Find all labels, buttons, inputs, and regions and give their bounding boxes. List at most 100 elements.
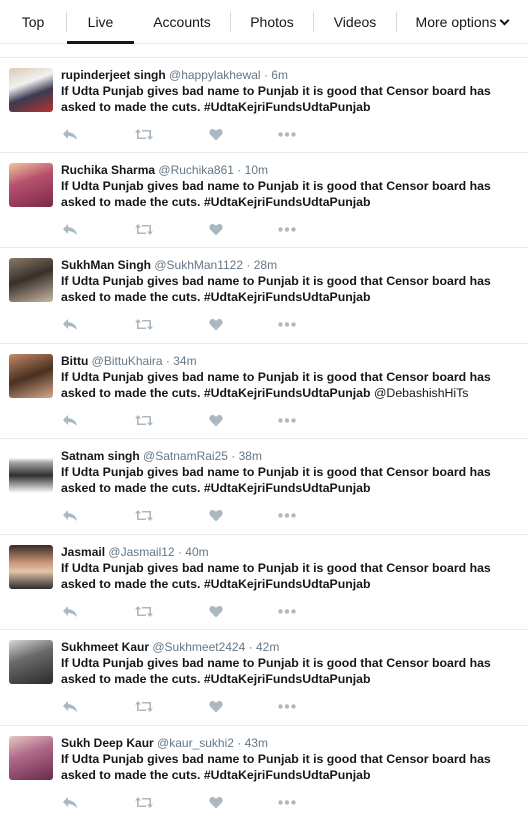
- tweet-text: If Udta Punjab gives bad name to Punjab …: [61, 560, 521, 592]
- more-icon[interactable]: [278, 417, 298, 432]
- avatar[interactable]: [9, 449, 53, 493]
- heart-icon[interactable]: [209, 223, 229, 237]
- heart-icon[interactable]: [209, 509, 229, 523]
- retweet-icon[interactable]: [134, 318, 154, 332]
- avatar[interactable]: [9, 68, 53, 112]
- username[interactable]: @happylakhewal: [169, 68, 261, 82]
- separator-dot: ·: [246, 258, 251, 272]
- display-name[interactable]: Satnam singh: [61, 449, 140, 463]
- heart-icon[interactable]: [209, 700, 229, 714]
- more-icon[interactable]: [278, 608, 298, 623]
- username[interactable]: @kaur_sukhi2: [157, 736, 234, 750]
- avatar[interactable]: [9, 353, 53, 398]
- timestamp[interactable]: 28m: [254, 258, 277, 272]
- separator-dot: ·: [177, 544, 182, 559]
- tab-live[interactable]: Live: [67, 0, 134, 44]
- tab-divider: [313, 12, 314, 32]
- heart-icon[interactable]: [209, 318, 229, 332]
- tweet-header: Sukhmeet Kaur @Sukhmeet2424 · 42m: [61, 640, 279, 654]
- tweet[interactable]: Sukh Deep Kaur @kaur_sukhi2 · 43m If Udt…: [0, 726, 528, 820]
- username[interactable]: @Sukhmeet2424: [152, 640, 245, 654]
- more-icon[interactable]: [278, 226, 298, 241]
- tab-videos[interactable]: Videos: [330, 0, 380, 44]
- display-name[interactable]: Bittu: [61, 354, 88, 368]
- timestamp[interactable]: 10m: [245, 163, 268, 177]
- tweet-text: If Udta Punjab gives bad name to Punjab …: [61, 273, 521, 305]
- username[interactable]: @Ruchika861: [158, 163, 234, 177]
- separator-dot: ·: [237, 735, 242, 750]
- tweet-body: If Udta Punjab gives bad name to Punjab …: [61, 465, 491, 495]
- reply-icon[interactable]: [62, 223, 82, 237]
- tweet-body: If Udta Punjab gives bad name to Punjab …: [61, 560, 491, 591]
- tweet-header: rupinderjeet singh @happylakhewal · 6m: [61, 68, 288, 82]
- tweet[interactable]: SukhMan Singh @SukhMan1122 · 28m If Udta…: [0, 248, 528, 344]
- reply-icon[interactable]: [62, 605, 82, 619]
- separator-dot: ·: [231, 449, 236, 463]
- tweet-body: If Udta Punjab gives bad name to Punjab …: [61, 751, 491, 782]
- username[interactable]: @BittuKhaira: [92, 354, 163, 368]
- display-name[interactable]: Ruchika Sharma: [61, 163, 155, 177]
- tweet-body: If Udta Punjab gives bad name to Punjab …: [61, 274, 491, 304]
- retweet-icon[interactable]: [134, 509, 154, 523]
- username[interactable]: @Jasmail12: [108, 545, 174, 559]
- retweet-icon[interactable]: [134, 128, 154, 142]
- timestamp[interactable]: 34m: [173, 354, 196, 368]
- reply-icon[interactable]: [62, 128, 82, 142]
- reply-icon[interactable]: [62, 796, 82, 810]
- display-name[interactable]: SukhMan Singh: [61, 258, 151, 272]
- username[interactable]: @SukhMan1122: [154, 258, 243, 272]
- reply-icon[interactable]: [62, 318, 82, 332]
- tab-divider: [230, 12, 231, 32]
- display-name[interactable]: Jasmail: [61, 545, 105, 559]
- retweet-icon[interactable]: [134, 796, 154, 810]
- tweet[interactable]: Bittu @BittuKhaira · 34m If Udta Punjab …: [0, 344, 528, 439]
- tab-photos[interactable]: Photos: [246, 0, 298, 44]
- more-icon[interactable]: [278, 513, 298, 527]
- avatar[interactable]: [9, 258, 53, 302]
- tab-accounts[interactable]: Accounts: [146, 0, 218, 44]
- heart-icon[interactable]: [209, 128, 229, 142]
- timestamp[interactable]: 38m: [239, 449, 262, 463]
- chevron-down-icon: [500, 15, 510, 26]
- display-name[interactable]: Sukhmeet Kaur: [61, 640, 149, 654]
- avatar[interactable]: [9, 544, 53, 589]
- tweet[interactable]: Satnam singh @SatnamRai25 · 38m If Udta …: [0, 439, 528, 535]
- tweet[interactable]: rupinderjeet singh @happylakhewal · 6m I…: [0, 57, 528, 153]
- retweet-icon[interactable]: [134, 223, 154, 237]
- timestamp[interactable]: 6m: [271, 68, 288, 82]
- tab-more-options[interactable]: More options: [414, 0, 510, 44]
- more-icon[interactable]: [278, 322, 298, 336]
- tweet[interactable]: Ruchika Sharma @Ruchika861 · 10m If Udta…: [0, 153, 528, 248]
- more-icon[interactable]: [278, 799, 298, 814]
- reply-icon[interactable]: [62, 509, 82, 523]
- heart-icon[interactable]: [209, 605, 229, 619]
- mention-link[interactable]: @DebashishHiTs: [374, 386, 469, 400]
- tweet-body: If Udta Punjab gives bad name to Punjab …: [61, 178, 491, 209]
- retweet-icon[interactable]: [134, 605, 154, 619]
- display-name[interactable]: rupinderjeet singh: [61, 68, 166, 82]
- retweet-icon[interactable]: [134, 414, 154, 428]
- timestamp[interactable]: 43m: [245, 736, 268, 750]
- tab-more-options-label: More options: [415, 14, 497, 30]
- heart-icon[interactable]: [209, 796, 229, 810]
- tab-divider: [396, 12, 397, 32]
- avatar[interactable]: [9, 735, 53, 780]
- display-name[interactable]: Sukh Deep Kaur: [61, 736, 154, 750]
- tweet-header: SukhMan Singh @SukhMan1122 · 28m: [61, 258, 277, 272]
- more-icon[interactable]: [278, 132, 298, 146]
- tweet[interactable]: Sukhmeet Kaur @Sukhmeet2424 · 42m If Udt…: [0, 630, 528, 726]
- more-icon[interactable]: [278, 704, 298, 718]
- reply-icon[interactable]: [62, 414, 82, 428]
- retweet-icon[interactable]: [134, 700, 154, 714]
- tab-top[interactable]: Top: [12, 0, 54, 44]
- heart-icon[interactable]: [209, 414, 229, 428]
- tweet-header: Ruchika Sharma @Ruchika861 · 10m: [61, 163, 268, 177]
- username[interactable]: @SatnamRai25: [143, 449, 228, 463]
- reply-icon[interactable]: [62, 700, 82, 714]
- tweet[interactable]: Jasmail @Jasmail12 · 40m If Udta Punjab …: [0, 535, 528, 630]
- avatar[interactable]: [9, 162, 53, 207]
- avatar[interactable]: [9, 640, 53, 684]
- timestamp[interactable]: 42m: [256, 640, 279, 654]
- tweet-header: Satnam singh @SatnamRai25 · 38m: [61, 449, 262, 463]
- timestamp[interactable]: 40m: [185, 545, 208, 559]
